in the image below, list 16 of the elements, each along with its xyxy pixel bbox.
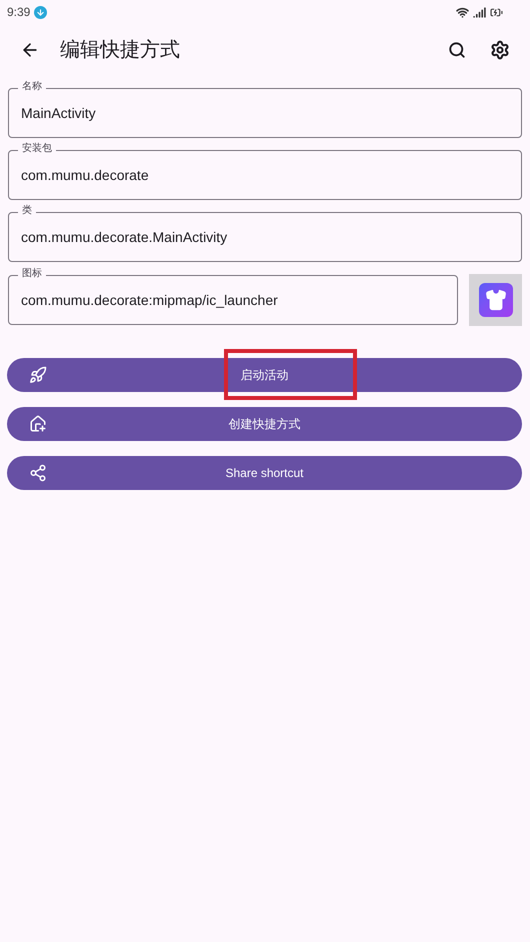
search-button[interactable]: [448, 41, 466, 59]
window-title: 编辑快捷方式: [60, 38, 181, 63]
rocket-icon: [29, 366, 47, 384]
house-plus-icon: [29, 415, 47, 433]
download-icon: [34, 6, 48, 18]
shirt-icon: [478, 283, 512, 317]
battery-icon: [490, 6, 503, 18]
action-button[interactable]: Share shortcut: [7, 456, 522, 490]
wifi-icon: [456, 6, 469, 18]
signal-icon: [473, 6, 486, 18]
action-button[interactable]: 启动活动: [7, 358, 522, 392]
action-button[interactable]: 创建快捷方式: [7, 407, 522, 441]
share-icon: [29, 464, 47, 482]
status-time: 9:39: [7, 4, 30, 21]
app-icon-preview[interactable]: [469, 274, 522, 326]
settings-button[interactable]: [490, 40, 510, 60]
